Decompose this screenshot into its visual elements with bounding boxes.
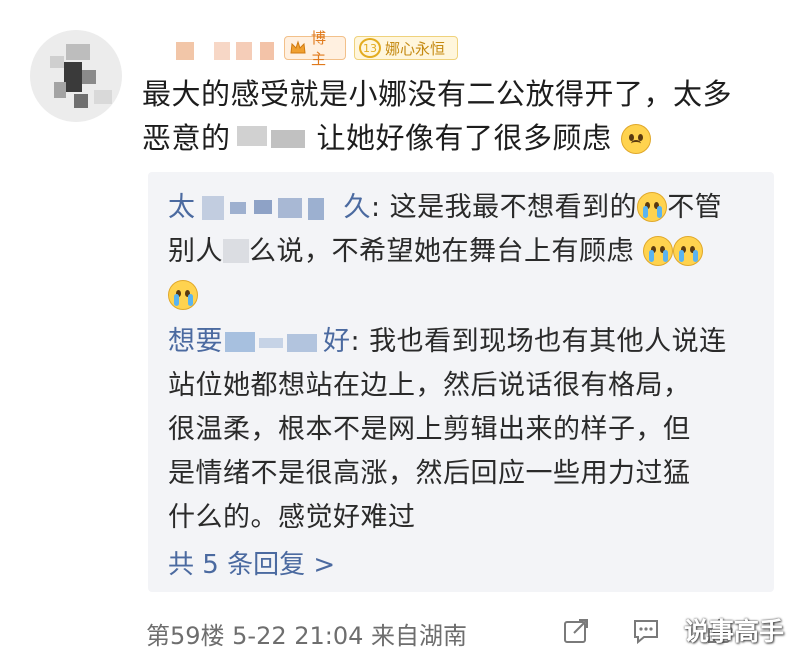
reply-1-line-2: 别人 么说，不希望她在舞台上有顾虑 — [168, 230, 768, 274]
comment-line-2-start: 恶意的 — [142, 121, 231, 155]
watermark: 说事高手 — [684, 617, 785, 646]
reply-1-username-end[interactable]: 久 — [344, 192, 372, 223]
reply-2-username-start[interactable]: 想要 — [168, 326, 223, 357]
comment-line-1: 最大的感受就是小娜没有二公放得开了，太多 — [142, 77, 733, 111]
crying-face-icon — [637, 192, 668, 222]
blogger-badge: 博主 — [284, 29, 346, 68]
avatar-pixel — [82, 70, 96, 84]
blogger-badge-label: 博主 — [311, 29, 327, 68]
reply-2-line-5: 什么的。感觉好难过 — [168, 502, 416, 533]
reply-2-username-end[interactable]: 好 — [323, 326, 351, 357]
comment-meta: 第59楼 5-22 21:04 来自湖南 — [146, 622, 468, 650]
reply-2-line-4: 是情绪不是很高涨，然后回应一些用力过猛 — [168, 458, 691, 489]
reply-2-text-1: : 我也看到现场也有其他人说连 — [350, 326, 727, 357]
fan-club-badge: 13 娜心永恒 — [354, 36, 458, 60]
comment-text: 最大的感受就是小娜没有二公放得开了，太多 恶意的 让她好像有了很多顾虑 — [142, 72, 782, 160]
username-blur — [176, 42, 194, 60]
fan-club-label: 娜心永恒 — [385, 39, 446, 58]
fan-level-icon: 13 — [359, 38, 381, 58]
username-blur — [214, 42, 230, 60]
crying-face-icon — [673, 236, 704, 266]
avatar-pixel — [74, 94, 88, 108]
reply-1-username-blur — [196, 194, 344, 220]
comment-icon[interactable] — [632, 617, 660, 645]
avatar-pixel — [66, 44, 90, 60]
comment-line-2-end: 让她好像有了很多顾虑 — [316, 121, 612, 155]
crown-icon — [289, 39, 307, 57]
reply-1-line-1: 太 久: 这是我最不想看到的 不管 — [168, 186, 768, 230]
reply-1-line-3 — [168, 274, 768, 318]
avatar-pixel — [64, 62, 82, 92]
reply-2[interactable]: 想要 好: 我也看到现场也有其他人说连 站位她都想站在边上，然后说话很有格局， … — [168, 320, 768, 540]
avatar-pixel — [94, 90, 112, 104]
avatar-pixel — [54, 82, 66, 98]
reply-1-username-start[interactable]: 太 — [168, 192, 196, 223]
reply-2-line-2: 站位她都想站在边上，然后说话很有格局， — [168, 370, 691, 401]
crying-face-icon — [643, 236, 674, 266]
username-blur — [260, 42, 274, 60]
avatar-pixel — [50, 56, 64, 68]
crying-face-icon — [168, 280, 198, 310]
reply-1-text-1: : 这是我最不想看到的 — [371, 192, 638, 223]
reply-1[interactable]: 太 久: 这是我最不想看到的 不管 别人 么说，不希望她在舞台上有顾虑 — [168, 186, 768, 318]
reply-1-blurred-char — [223, 239, 249, 263]
reply-2-username-blur — [223, 328, 323, 354]
username-blur — [236, 42, 252, 60]
avatar[interactable] — [30, 30, 122, 122]
reply-1-text-2b: 么说，不希望她在舞台上有顾虑 — [249, 236, 634, 267]
pleading-face-icon — [621, 124, 652, 154]
reply-2-line-1: 想要 好: 我也看到现场也有其他人说连 — [168, 320, 768, 364]
comment-line-2: 恶意的 让她好像有了很多顾虑 — [142, 116, 782, 160]
more-replies-link[interactable]: 共 5 条回复 > — [168, 544, 335, 581]
comment-blurred-word — [231, 122, 317, 152]
reply-1-text-1b: 不管 — [667, 192, 723, 223]
share-icon[interactable] — [562, 617, 590, 645]
reply-1-text-2a: 别人 — [168, 236, 223, 267]
reply-2-line-3: 很温柔，根本不是网上剪辑出来的样子，但 — [168, 414, 691, 445]
